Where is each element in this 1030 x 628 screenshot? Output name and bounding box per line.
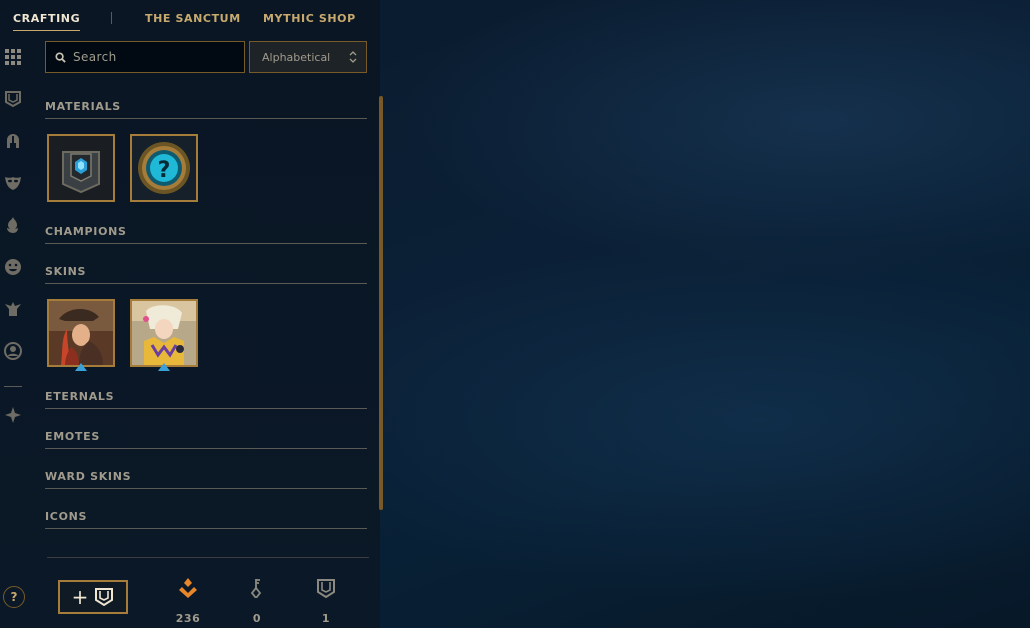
chest-icon bbox=[317, 579, 335, 598]
skin-shard-1[interactable] bbox=[47, 299, 115, 367]
champion-helmet-icon[interactable] bbox=[4, 132, 22, 150]
orange-essence-value: 236 bbox=[175, 612, 201, 625]
bottom-divider bbox=[47, 557, 369, 558]
rail-divider bbox=[4, 386, 22, 387]
key-icon bbox=[250, 579, 262, 598]
eternals-icon[interactable] bbox=[4, 300, 22, 318]
chest-icon[interactable] bbox=[4, 90, 22, 108]
tab-crafting[interactable]: CRAFTING bbox=[13, 12, 81, 31]
orange-essence-counter: 236 bbox=[168, 578, 208, 625]
ward-flame-icon[interactable] bbox=[4, 216, 22, 234]
chest-counter: 1 bbox=[306, 578, 346, 625]
active-tab-underline bbox=[13, 30, 81, 31]
section-emotes[interactable]: EMOTES bbox=[45, 430, 367, 449]
profile-icon-icon[interactable] bbox=[4, 342, 22, 360]
hextech-chest-item[interactable] bbox=[47, 134, 115, 202]
add-chest-button[interactable]: + bbox=[58, 580, 128, 614]
chest-value: 1 bbox=[321, 612, 331, 625]
plus-label: + bbox=[71, 585, 89, 609]
skin-shard-2[interactable] bbox=[130, 299, 198, 367]
tab-the-sanctum[interactable]: THE SANCTUM bbox=[145, 12, 241, 25]
orange-essence-icon bbox=[179, 578, 197, 598]
grid-icon[interactable] bbox=[4, 48, 22, 66]
emote-face-icon[interactable] bbox=[4, 258, 22, 276]
skin-rarity-badge-icon bbox=[75, 363, 87, 371]
section-eternals[interactable]: ETERNALS bbox=[45, 390, 367, 409]
tab-divider bbox=[111, 12, 112, 24]
section-materials[interactable]: MATERIALS bbox=[45, 100, 367, 119]
sort-dropdown[interactable]: Alphabetical bbox=[249, 41, 367, 73]
chest-icon bbox=[95, 588, 114, 607]
key-counter: 0 bbox=[237, 578, 277, 625]
section-ward-skins[interactable]: WARD SKINS bbox=[45, 470, 367, 489]
search-input[interactable] bbox=[73, 50, 233, 64]
search-icon bbox=[55, 51, 66, 63]
skin-rarity-badge-icon bbox=[158, 363, 170, 371]
category-rail bbox=[0, 40, 26, 430]
top-tabs: CRAFTING THE SANCTUM MYTHIC SHOP bbox=[0, 0, 380, 38]
crafting-forge-icon[interactable] bbox=[4, 406, 22, 424]
skin-mask-icon[interactable] bbox=[4, 174, 22, 192]
key-value: 0 bbox=[252, 612, 262, 625]
help-button[interactable]: ? bbox=[3, 586, 25, 608]
sort-chevron-icon bbox=[349, 51, 357, 63]
section-skins[interactable]: SKINS bbox=[45, 265, 367, 284]
mystery-item[interactable]: ? bbox=[130, 134, 198, 202]
section-champions[interactable]: CHAMPIONS bbox=[45, 225, 367, 244]
search-box bbox=[45, 41, 245, 73]
tab-mythic-shop[interactable]: MYTHIC SHOP bbox=[263, 12, 356, 25]
section-icons[interactable]: ICONS bbox=[45, 510, 367, 529]
tab-crafting-label: CRAFTING bbox=[13, 12, 81, 25]
svg-text:?: ? bbox=[158, 158, 171, 183]
inventory-scrollbar[interactable] bbox=[379, 96, 383, 510]
sort-selected-label: Alphabetical bbox=[262, 50, 331, 64]
